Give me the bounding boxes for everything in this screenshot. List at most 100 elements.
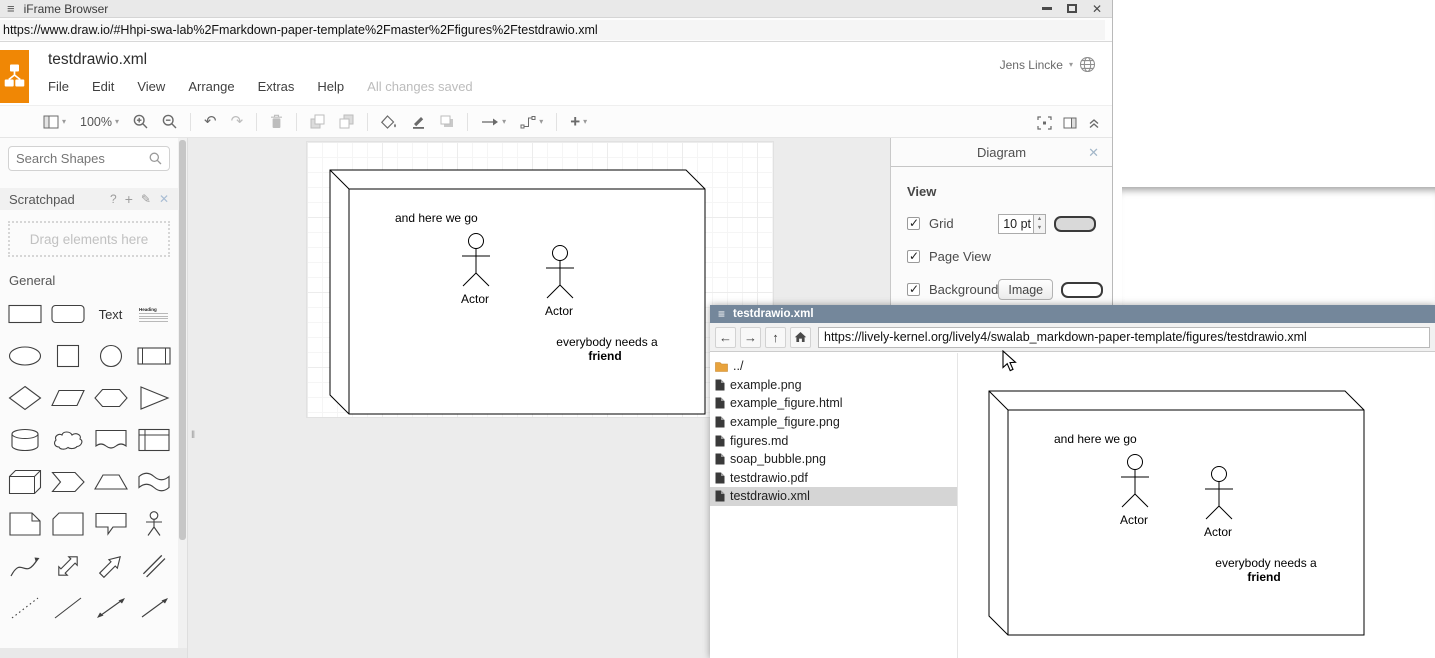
cube-shape[interactable]: [330, 170, 705, 414]
canvas-diagram[interactable]: and here we go Actor Actor everybody nee…: [329, 169, 724, 415]
shape-square[interactable]: [50, 343, 86, 369]
file-row-testdrawio.pdf[interactable]: testdrawio.pdf: [710, 469, 957, 488]
maximize-icon[interactable]: [1067, 4, 1077, 13]
shape-card[interactable]: [50, 511, 86, 537]
line-color-button[interactable]: [411, 115, 426, 129]
close-icon[interactable]: ✕: [1092, 3, 1102, 15]
shape-bidirectional-arrow[interactable]: [50, 553, 86, 579]
close-scratchpad-icon[interactable]: ✕: [159, 192, 169, 206]
grid-size-value[interactable]: 10 pt: [999, 215, 1033, 233]
sidebar-scrollbar[interactable]: [178, 138, 187, 648]
spinner-down-icon[interactable]: ▼: [1034, 224, 1045, 233]
shape-text[interactable]: Text: [93, 301, 129, 327]
caption-text[interactable]: and here we go: [395, 211, 478, 225]
shape-cylinder[interactable]: [7, 427, 43, 453]
language-globe-icon[interactable]: [1079, 56, 1096, 73]
file-row-example.png[interactable]: example.png: [710, 376, 957, 395]
shape-rectangle[interactable]: [7, 301, 43, 327]
menu-help[interactable]: Help: [317, 79, 344, 94]
shape-heading[interactable]: Heading: [136, 301, 172, 327]
redo-button[interactable]: ↷: [231, 114, 244, 129]
cube-shape[interactable]: [989, 391, 1364, 635]
shape-diamond[interactable]: [7, 385, 43, 411]
search-icon[interactable]: [149, 152, 162, 165]
edit-pencil-icon[interactable]: ✎: [141, 192, 151, 206]
menu-extras[interactable]: Extras: [258, 79, 295, 94]
general-section-header[interactable]: General: [0, 269, 178, 291]
shape-callout[interactable]: [93, 511, 129, 537]
fullscreen-button[interactable]: [1037, 116, 1052, 130]
shape-curve[interactable]: [7, 553, 43, 579]
sidebar-scrollbar-thumb[interactable]: [179, 140, 186, 540]
search-shapes-input[interactable]: [16, 151, 149, 166]
forward-button[interactable]: →: [740, 327, 761, 348]
shape-directional-connector[interactable]: [136, 595, 172, 621]
user-menu[interactable]: Jens Lincke ▾: [1000, 56, 1096, 73]
menu-arrange[interactable]: Arrange: [188, 79, 234, 94]
shape-line[interactable]: [50, 595, 86, 621]
background-checkbox[interactable]: [907, 283, 920, 296]
shape-document[interactable]: [93, 427, 129, 453]
window-menu-icon[interactable]: ≡: [7, 2, 15, 15]
zoom-level-button[interactable]: 100%▾: [80, 115, 119, 129]
image-button[interactable]: Image: [998, 279, 1053, 300]
file-row-figures.md[interactable]: figures.md: [710, 431, 957, 450]
insert-button[interactable]: +▾: [570, 113, 587, 130]
file-row-soap_bubble.png[interactable]: soap_bubble.png: [710, 450, 957, 469]
background-color-swatch[interactable]: [1061, 282, 1103, 298]
grid-color-swatch[interactable]: [1054, 216, 1096, 232]
undo-button[interactable]: ↶: [204, 114, 217, 129]
up-button[interactable]: ↑: [765, 327, 786, 348]
shape-hexagon[interactable]: [93, 385, 129, 411]
note-text-line1[interactable]: everybody needs a: [1215, 556, 1317, 570]
shape-bidirectional-connector[interactable]: [93, 595, 129, 621]
shape-trapezoid[interactable]: [93, 469, 129, 495]
to-front-button[interactable]: [310, 114, 325, 129]
shape-circle[interactable]: [93, 343, 129, 369]
zoom-out-button[interactable]: [162, 114, 177, 129]
shape-rounded-rectangle[interactable]: [50, 301, 86, 327]
shape-cloud[interactable]: [50, 427, 86, 453]
help-icon[interactable]: ?: [110, 192, 117, 206]
home-button[interactable]: [790, 327, 811, 348]
collapse-button[interactable]: [1088, 117, 1100, 129]
menu-edit[interactable]: Edit: [92, 79, 114, 94]
shape-cube[interactable]: [7, 469, 43, 495]
shape-parallelogram[interactable]: [50, 385, 86, 411]
delete-button[interactable]: [270, 114, 283, 129]
shape-process[interactable]: [136, 343, 172, 369]
note-text-line2[interactable]: friend: [588, 349, 621, 363]
tab-diagram[interactable]: Diagram: [977, 145, 1026, 160]
view-layout-button[interactable]: ▾: [43, 115, 66, 129]
shape-link[interactable]: [136, 553, 172, 579]
scratchpad-drop-area[interactable]: Drag elements here: [8, 221, 170, 257]
note-text-line1[interactable]: everybody needs a: [556, 335, 658, 349]
shape-arrow[interactable]: [93, 553, 129, 579]
shape-internal-storage[interactable]: [136, 427, 172, 453]
shape-triangle[interactable]: [136, 385, 172, 411]
file-row-example_figure.png[interactable]: example_figure.png: [710, 413, 957, 432]
fill-color-button[interactable]: [381, 115, 397, 129]
format-panel-toggle-button[interactable]: [1063, 117, 1077, 129]
close-format-panel-icon[interactable]: ✕: [1088, 145, 1099, 161]
file-row-example_figure.html[interactable]: example_figure.html: [710, 394, 957, 413]
shape-ellipse[interactable]: [7, 343, 43, 369]
minimize-icon[interactable]: [1042, 7, 1052, 10]
file-browser-url-input[interactable]: [818, 327, 1430, 348]
to-back-button[interactable]: [339, 114, 354, 129]
sidebar-splitter-handle[interactable]: ‖: [191, 430, 195, 441]
file-row-testdrawio.xml[interactable]: testdrawio.xml: [710, 487, 957, 506]
shape-actor[interactable]: [136, 511, 172, 537]
note-text-line2[interactable]: friend: [1247, 570, 1280, 584]
shape-step[interactable]: [50, 469, 86, 495]
zoom-in-button[interactable]: [133, 114, 148, 129]
shape-dashed-line[interactable]: [7, 595, 43, 621]
file-browser-menu-icon[interactable]: ≡: [718, 308, 725, 320]
menu-view[interactable]: View: [137, 79, 165, 94]
waypoints-button[interactable]: ▾: [520, 115, 543, 129]
shape-tape[interactable]: [136, 469, 172, 495]
page-view-checkbox[interactable]: [907, 250, 920, 263]
caption-text[interactable]: and here we go: [1054, 432, 1137, 446]
browser-url-input[interactable]: [0, 20, 1105, 40]
file-row-..[interactable]: ../: [710, 357, 957, 376]
